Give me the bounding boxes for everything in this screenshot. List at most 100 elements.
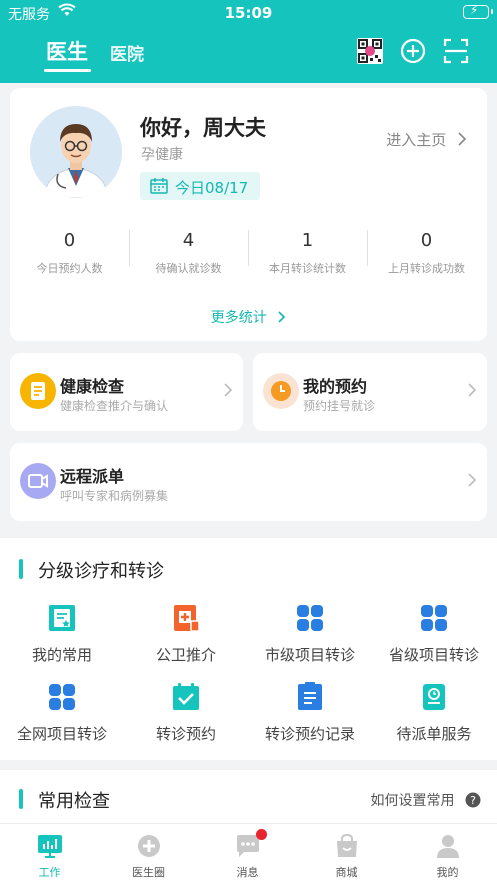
tab-label: 消息 [236,866,259,879]
qrcode-icon[interactable] [357,38,383,64]
stat-value: 0 [420,230,433,251]
grid-icon [47,682,77,712]
message-icon [235,829,267,859]
health-check-card[interactable]: 健康检查 健康检查推介与确认 [10,353,243,431]
bottom-tab-bar: 工作 医生圈 消息 商城 我的 [0,823,497,883]
battery-icon: ⚡ [463,3,493,19]
stats-row: 0 今日预约人数 4 待确认就诊数 1 本月转诊统计数 0 上月转诊成功数 [10,228,487,288]
status-time: 15:09 [224,4,273,22]
tab-work[interactable]: 工作 [0,833,99,880]
clipboard-clock-icon [419,682,449,712]
add-circle-icon[interactable] [400,38,426,64]
tab-label: 医生圈 [132,866,165,879]
unread-badge [255,829,267,840]
grid-item-referral-records[interactable]: 转诊预约记录 [248,682,372,744]
tab-doctor[interactable]: 医生 [46,36,88,66]
chevron-right-icon [224,383,233,397]
section-title: 常用检查 [38,791,110,812]
how-to-set-common-link[interactable]: 如何设置常用 ? [371,790,481,810]
grid-icon [295,603,325,633]
grid-item-network-referral[interactable]: 全网项目转诊 [0,682,124,744]
calendar-check-icon [171,682,201,712]
grid-item-label: 我的常用 [31,646,92,664]
service-subtitle: 健康检查推介与确认 [60,399,169,413]
graded-referral-section: 分级诊疗和转诊 我的常用 公卫推介 市级项目转诊 省级项目转诊 全网项目转诊 转… [0,538,497,760]
medical-doc-icon [171,603,201,633]
service-subtitle: 预约挂号就诊 [303,399,376,413]
tab-doctor-circle[interactable]: 医生圈 [99,833,198,880]
grid-item-label: 公卫推介 [155,646,216,664]
stat-label: 本月转诊统计数 [269,262,346,275]
tab-label: 商城 [335,866,358,879]
grid-item-city-referral[interactable]: 市级项目转诊 [248,603,372,665]
stat-pending-visits[interactable]: 4 待确认就诊数 [129,228,248,276]
grid-item-label: 转诊预约 [155,725,216,743]
active-tab-indicator [44,69,91,72]
grid-item-public-health[interactable]: 公卫推介 [124,603,248,665]
enter-home-label: 进入主页 [386,131,447,149]
remote-dispatch-card[interactable]: 远程派单 呼叫专家和病例募集 [10,443,487,521]
greeting-text: 你好，周大夫 [140,116,266,140]
scan-icon[interactable] [443,38,469,64]
tab-mine[interactable]: 我的 [398,833,497,880]
grid-item-referral-appointment[interactable]: 转诊预约 [124,682,248,744]
favorite-doc-icon [47,603,77,633]
chart-icon [37,833,63,859]
section-accent-bar [19,559,23,579]
section-accent-bar [19,789,23,809]
video-icon [20,463,56,499]
my-appointment-card[interactable]: 我的预约 预约挂号就诊 [253,353,487,431]
doctor-avatar[interactable] [30,106,122,198]
grid-item-label: 市级项目转诊 [264,646,355,664]
grid-item-my-common[interactable]: 我的常用 [0,603,124,665]
date-badge: 今日08/17 [140,172,260,200]
app-header: 无服务 15:09 ⚡ 医生 医院 [0,0,497,83]
how-to-set-label: 如何设置常用 [370,793,455,809]
grid-item-label: 省级项目转诊 [388,646,479,664]
grid-item-label: 转诊预约记录 [264,725,355,743]
doctor-circle-icon [136,833,162,859]
stat-label: 上月转诊成功数 [388,262,465,275]
service-title: 远程派单 [60,467,125,486]
date-label: 今日08/17 [175,179,249,197]
stat-month-referrals[interactable]: 1 本月转诊统计数 [248,228,367,276]
grid-item-pending-dispatch[interactable]: 待派单服务 [372,682,496,744]
stat-value: 4 [182,230,195,251]
more-stats-label: 更多统计 [210,310,267,326]
grid-icon [419,603,449,633]
profile-card: 你好，周大夫 孕健康 今日08/17 进入主页 0 今日预约人数 4 待确认就诊… [10,88,487,341]
tab-shop[interactable]: 商城 [297,833,396,880]
chevron-right-icon [278,311,286,323]
stat-label: 今日预约人数 [36,262,103,275]
enter-home-link[interactable]: 进入主页 [386,129,467,150]
help-icon: ? [465,792,481,808]
shop-bag-icon [334,833,360,859]
stat-value: 0 [63,230,76,251]
service-title: 我的预约 [303,377,368,396]
stat-today-appointments[interactable]: 0 今日预约人数 [10,228,129,276]
tab-messages[interactable]: 消息 [198,829,297,880]
person-icon [435,833,461,859]
grid-item-label: 待派单服务 [396,725,472,743]
service-title: 健康检查 [60,377,125,396]
calendar-icon [150,178,168,198]
more-stats-link[interactable]: 更多统计 [10,307,487,327]
chevron-right-icon [468,473,477,487]
grid-item-province-referral[interactable]: 省级项目转诊 [372,603,496,665]
grid-item-label: 全网项目转诊 [16,725,107,743]
organization-label: 孕健康 [141,147,183,163]
common-checks-section: 常用检查 如何设置常用 ? [0,770,497,823]
tab-label: 我的 [436,866,459,879]
section-title: 分级诊疗和转诊 [38,561,164,582]
service-subtitle: 呼叫专家和病例募集 [60,489,169,503]
svg-text:?: ? [470,794,476,807]
stat-label: 待确认就诊数 [155,262,222,275]
list-doc-icon [295,682,325,712]
tab-hospital[interactable]: 医院 [110,40,144,65]
chevron-right-icon [468,383,477,397]
tab-label: 工作 [38,866,61,879]
stat-last-month-success[interactable]: 0 上月转诊成功数 [367,228,486,276]
clock-icon [263,373,299,409]
report-icon [20,373,56,409]
chevron-right-icon [458,132,467,146]
